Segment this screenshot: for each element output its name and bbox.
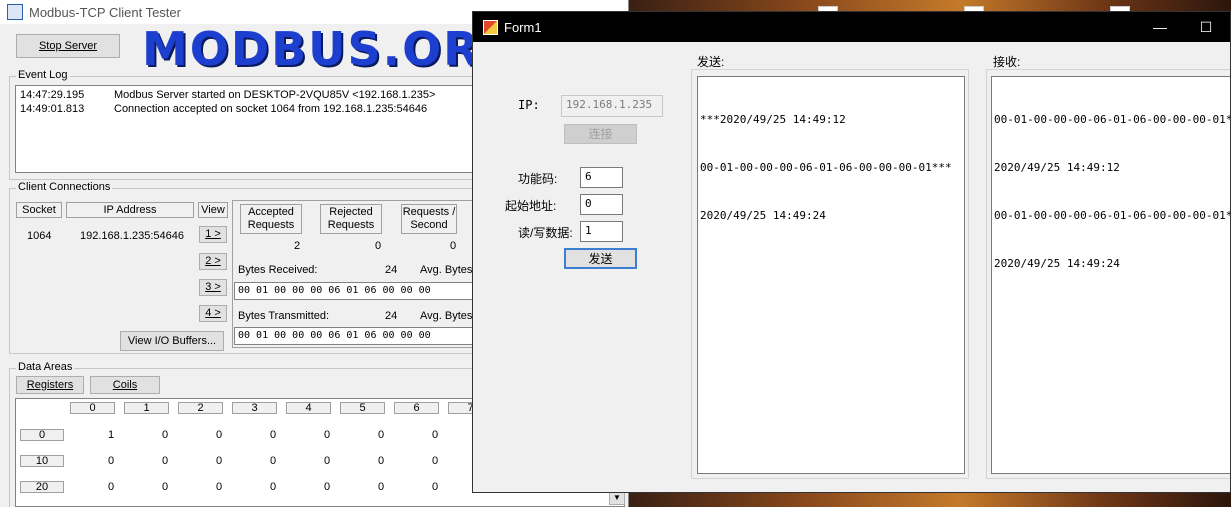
- start-address-input[interactable]: 0: [580, 194, 623, 215]
- receive-log-textbox[interactable]: 00-01-00-00-00-06-01-06-00-00-00-01*** 2…: [991, 76, 1231, 474]
- view-io-buffers-button[interactable]: View I/O Buffers...: [120, 331, 224, 351]
- bytes-transmitted-hex[interactable]: 00 01 00 00 00 06 01 06 00 00 00: [234, 327, 474, 345]
- event-log-label: Event Log: [16, 69, 70, 81]
- register-value[interactable]: 0: [324, 455, 330, 467]
- send-log-line: 00-01-00-00-00-06-01-06-00-00-00-01***: [700, 161, 952, 174]
- bytes-transmitted-value: 24: [385, 310, 398, 322]
- avg-bytes-transmitted-label: Avg. Bytes: [420, 310, 473, 322]
- receive-header: 接收:: [993, 55, 1021, 69]
- ip-column-header: IP Address: [66, 202, 194, 218]
- form1-title: Form1: [504, 19, 542, 35]
- receive-log-line: 00-01-00-00-00-06-01-06-00-00-00-01***: [994, 113, 1231, 126]
- register-value[interactable]: 1: [108, 429, 114, 441]
- rejected-requests-header: Rejected Requests: [320, 204, 382, 234]
- avg-bytes-received-label: Avg. Bytes: [420, 264, 473, 276]
- register-value[interactable]: 0: [324, 481, 330, 493]
- register-value[interactable]: 0: [108, 455, 114, 467]
- bytes-received-hex[interactable]: 00 01 00 00 00 06 01 06 00 00 00: [234, 282, 474, 300]
- event-time: 14:47:29.195: [20, 89, 85, 101]
- requests-per-second-value: 0: [450, 240, 457, 252]
- register-value[interactable]: 0: [162, 429, 168, 441]
- client-connections-label: Client Connections: [16, 181, 113, 193]
- bytes-received-value: 24: [385, 264, 398, 276]
- accepted-requests-value: 2: [294, 240, 301, 252]
- ip-label: IP:: [518, 98, 540, 112]
- bytes-received-label: Bytes Received:: [238, 264, 318, 276]
- register-value[interactable]: 0: [108, 481, 114, 493]
- send-log-line: ***2020/49/25 14:49:12: [700, 113, 846, 126]
- connect-button[interactable]: 连接: [564, 124, 637, 144]
- register-value[interactable]: 0: [432, 429, 438, 441]
- ip-input[interactable]: 192.168.1.235: [561, 95, 663, 117]
- register-value[interactable]: 0: [378, 429, 384, 441]
- event-message: Modbus Server started on DESKTOP-2VQU85V…: [114, 89, 436, 101]
- rw-data-label: 读/写数据:: [518, 226, 573, 240]
- send-header: 发送:: [697, 55, 725, 69]
- form1-window: Form1 — ☐ IP: 192.168.1.235 连接 功能码: 6 起始…: [472, 11, 1231, 493]
- send-log-textbox[interactable]: ***2020/49/25 14:49:12 00-01-00-00-00-06…: [697, 76, 965, 474]
- column-header: 3: [232, 402, 277, 414]
- modbus-logo: MODBUS.ORG: [142, 28, 482, 70]
- register-value[interactable]: 0: [162, 455, 168, 467]
- function-code-input[interactable]: 6: [580, 167, 623, 188]
- rw-data-input[interactable]: 1: [580, 221, 623, 242]
- event-message: Connection accepted on socket 1064 from …: [114, 103, 428, 115]
- modbus-app-icon: [7, 4, 23, 20]
- view-1-button[interactable]: 1 >: [199, 226, 227, 243]
- maximize-icon[interactable]: ☐: [1183, 12, 1229, 42]
- event-time: 14:49:01.813: [20, 103, 85, 115]
- tab-coils[interactable]: Coils: [90, 376, 160, 394]
- receive-log-line: 2020/49/25 14:49:24: [994, 257, 1120, 270]
- accepted-requests-header: Accepted Requests: [240, 204, 302, 234]
- socket-column-header: Socket: [16, 202, 62, 218]
- receive-log-line: 00-01-00-00-00-06-01-06-00-00-00-01***: [994, 209, 1231, 222]
- row-header: 0: [20, 429, 64, 441]
- form-app-icon: [483, 19, 498, 35]
- connection-ip: 192.168.1.235:54646: [80, 230, 184, 242]
- register-value[interactable]: 0: [162, 481, 168, 493]
- view-column-header: View: [198, 202, 228, 218]
- register-value[interactable]: 0: [270, 481, 276, 493]
- scroll-down-icon[interactable]: ▼: [609, 491, 625, 505]
- bytes-transmitted-label: Bytes Transmitted:: [238, 310, 330, 322]
- column-header: 1: [124, 402, 169, 414]
- data-areas-label: Data Areas: [16, 361, 75, 373]
- register-value[interactable]: 0: [432, 455, 438, 467]
- column-header: 0: [70, 402, 115, 414]
- column-header: 4: [286, 402, 331, 414]
- stop-server-button[interactable]: Stop Server: [16, 34, 120, 58]
- window-title: Modbus-TCP Client Tester: [29, 4, 181, 20]
- requests-per-second-header: Requests / Second: [401, 204, 457, 234]
- view-3-button[interactable]: 3 >: [199, 279, 227, 296]
- view-4-button[interactable]: 4 >: [199, 305, 227, 322]
- send-log-line: 2020/49/25 14:49:24: [700, 209, 826, 222]
- rejected-requests-value: 0: [375, 240, 382, 252]
- column-header: 6: [394, 402, 439, 414]
- connection-socket: 1064: [27, 230, 52, 242]
- register-value[interactable]: 0: [216, 455, 222, 467]
- register-value[interactable]: 0: [270, 429, 276, 441]
- row-header: 10: [20, 455, 64, 467]
- register-value[interactable]: 0: [378, 481, 384, 493]
- register-value[interactable]: 0: [378, 455, 384, 467]
- tab-registers[interactable]: Registers: [16, 376, 84, 394]
- register-value[interactable]: 0: [270, 455, 276, 467]
- minimize-icon[interactable]: —: [1137, 12, 1183, 42]
- register-value[interactable]: 0: [216, 429, 222, 441]
- receive-log-line: 2020/49/25 14:49:12: [994, 161, 1120, 174]
- column-header: 2: [178, 402, 223, 414]
- register-value[interactable]: 0: [324, 429, 330, 441]
- send-button[interactable]: 发送: [564, 248, 637, 269]
- register-value[interactable]: 0: [216, 481, 222, 493]
- register-value[interactable]: 0: [432, 481, 438, 493]
- column-header: 5: [340, 402, 385, 414]
- view-2-button[interactable]: 2 >: [199, 253, 227, 270]
- row-header: 20: [20, 481, 64, 493]
- function-code-label: 功能码:: [518, 172, 558, 186]
- start-address-label: 起始地址:: [505, 199, 557, 213]
- form1-title-bar[interactable]: Form1 — ☐: [473, 12, 1230, 42]
